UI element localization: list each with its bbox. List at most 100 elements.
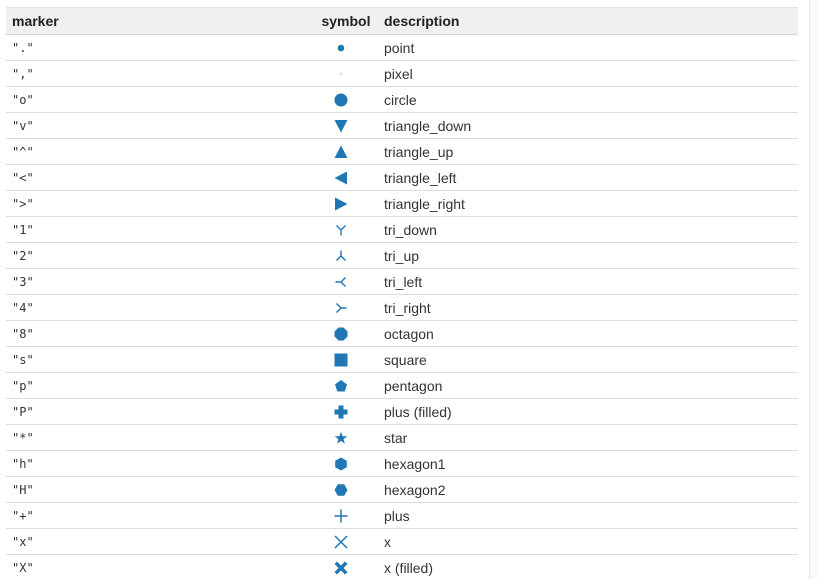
marker-code: ">" xyxy=(6,190,310,217)
symbol-cell xyxy=(310,476,378,503)
marker-description: triangle_down xyxy=(378,112,798,139)
marker-description: x xyxy=(378,528,798,555)
marker-description: circle xyxy=(378,86,798,113)
table-row: "<" triangle_left xyxy=(6,164,798,191)
marker-code: "x" xyxy=(6,528,310,555)
table-body: "." point "," pixel "o" circle "v" triangle_dow… xyxy=(6,34,798,579)
tri-up-icon xyxy=(336,250,346,261)
table-row: "p" pentagon xyxy=(6,372,798,399)
table-row: "P" plus (filled) xyxy=(6,398,798,425)
symbol-cell xyxy=(310,190,378,217)
pentagon-icon xyxy=(335,379,347,391)
marker-code: "<" xyxy=(6,164,310,191)
column-header-marker: marker xyxy=(6,7,310,35)
symbol-cell xyxy=(310,398,378,425)
x-icon xyxy=(334,534,348,549)
symbol-cell xyxy=(310,242,378,269)
marker-code: "s" xyxy=(6,346,310,373)
symbol-cell xyxy=(310,424,378,451)
scrollbar-track[interactable] xyxy=(809,0,817,579)
plus-filled-icon xyxy=(334,405,348,418)
marker-description: x (filled) xyxy=(378,554,798,579)
marker-code: "8" xyxy=(6,320,310,347)
marker-description: point xyxy=(378,34,798,61)
hexagon2-icon xyxy=(334,483,348,496)
symbol-cell xyxy=(310,528,378,555)
marker-description: star xyxy=(378,424,798,451)
plus-icon xyxy=(334,509,348,522)
square-icon xyxy=(334,353,348,366)
table-row: "." point xyxy=(6,34,798,61)
marker-code: "X" xyxy=(6,554,310,579)
marker-description: tri_down xyxy=(378,216,798,243)
hexagon1-icon xyxy=(335,457,347,470)
triangle-right-icon xyxy=(335,197,348,210)
symbol-cell xyxy=(310,346,378,373)
table-row: "X" x (filled) xyxy=(6,554,798,579)
marker-description: hexagon1 xyxy=(378,450,798,477)
symbol-cell xyxy=(310,60,378,87)
symbol-cell xyxy=(310,138,378,165)
table-row: "," pixel xyxy=(6,60,798,87)
marker-code: "v" xyxy=(6,112,310,139)
marker-description: triangle_right xyxy=(378,190,798,217)
marker-code: "H" xyxy=(6,476,310,503)
table-header: marker symbol description xyxy=(6,7,798,35)
marker-code: "P" xyxy=(6,398,310,425)
symbol-cell xyxy=(310,34,378,61)
marker-code: "o" xyxy=(6,86,310,113)
table-row: "^" triangle_up xyxy=(6,138,798,165)
marker-description: plus xyxy=(378,502,798,529)
marker-table-container: marker symbol description "." point "," pix… xyxy=(6,7,798,579)
point-icon xyxy=(337,44,345,51)
marker-description: pixel xyxy=(378,60,798,87)
table-row: "2" tri_up xyxy=(6,242,798,269)
pixel-icon xyxy=(340,73,342,74)
marker-description: tri_left xyxy=(378,268,798,295)
triangle-up-icon xyxy=(334,145,348,158)
column-header-symbol: symbol xyxy=(310,7,378,35)
table-row: "1" tri_down xyxy=(6,216,798,243)
marker-description: hexagon2 xyxy=(378,476,798,503)
table-row: "8" octagon xyxy=(6,320,798,347)
table-row: "+" plus xyxy=(6,502,798,529)
marker-description: plus (filled) xyxy=(378,398,798,425)
table-row: "3" tri_left xyxy=(6,268,798,295)
marker-code: "3" xyxy=(6,268,310,295)
symbol-cell xyxy=(310,294,378,321)
marker-code: "2" xyxy=(6,242,310,269)
marker-code: "+" xyxy=(6,502,310,529)
symbol-cell xyxy=(310,86,378,113)
marker-description: pentagon xyxy=(378,372,798,399)
table-row: "x" x xyxy=(6,528,798,555)
table-row: "h" hexagon1 xyxy=(6,450,798,477)
marker-code: "p" xyxy=(6,372,310,399)
table-row: "o" circle xyxy=(6,86,798,113)
table-row: "s" square xyxy=(6,346,798,373)
symbol-cell xyxy=(310,554,378,579)
marker-code: "1" xyxy=(6,216,310,243)
marker-description: square xyxy=(378,346,798,373)
symbol-cell xyxy=(310,216,378,243)
marker-code: "*" xyxy=(6,424,310,451)
table-row: "*" star xyxy=(6,424,798,451)
table-row: "H" hexagon2 xyxy=(6,476,798,503)
marker-code: "," xyxy=(6,60,310,87)
table-row: ">" triangle_right xyxy=(6,190,798,217)
marker-table: marker symbol description "." point "," pix… xyxy=(6,7,798,579)
marker-description: tri_right xyxy=(378,294,798,321)
column-header-description: description xyxy=(378,7,798,35)
triangle-down-icon xyxy=(334,119,348,132)
table-row: "v" triangle_down xyxy=(6,112,798,139)
circle-icon xyxy=(334,93,348,106)
tri-down-icon xyxy=(336,224,346,235)
symbol-cell xyxy=(310,164,378,191)
tri-right-icon xyxy=(336,302,347,313)
marker-code: "h" xyxy=(6,450,310,477)
table-row: "4" tri_right xyxy=(6,294,798,321)
symbol-cell xyxy=(310,372,378,399)
marker-description: octagon xyxy=(378,320,798,347)
symbol-cell xyxy=(310,502,378,529)
triangle-left-icon xyxy=(334,171,347,184)
symbol-cell xyxy=(310,112,378,139)
